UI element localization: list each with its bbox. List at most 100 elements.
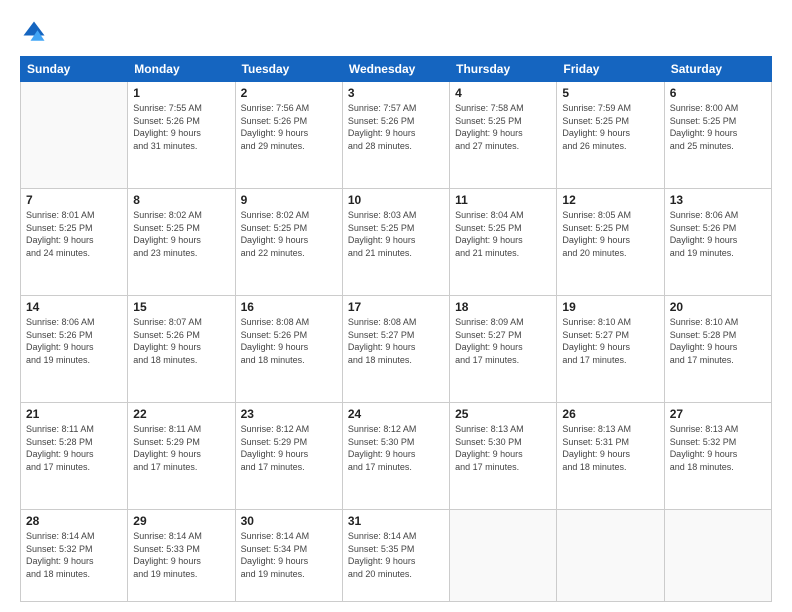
day-number: 24 [348, 407, 444, 421]
day-number: 1 [133, 86, 229, 100]
day-number: 28 [26, 514, 122, 528]
calendar-cell: 3Sunrise: 7:57 AM Sunset: 5:26 PM Daylig… [342, 82, 449, 189]
day-number: 17 [348, 300, 444, 314]
calendar-cell: 9Sunrise: 8:02 AM Sunset: 5:25 PM Daylig… [235, 189, 342, 296]
calendar-cell: 8Sunrise: 8:02 AM Sunset: 5:25 PM Daylig… [128, 189, 235, 296]
day-info: Sunrise: 8:00 AM Sunset: 5:25 PM Dayligh… [670, 102, 766, 152]
calendar-week-4: 28 Sunrise: 8:14 AM Sunset: 5:32 PM Dayli… [21, 510, 772, 602]
day-info: Sunrise: 8:06 AM Sunset: 5:26 PM Dayligh… [26, 316, 122, 366]
day-number: 18 [455, 300, 551, 314]
calendar-cell: 17 Sunrise: 8:08 AM Sunset: 5:27 PM Dayli… [342, 296, 449, 403]
day-number: 29 [133, 514, 229, 528]
calendar-cell: 13 Sunrise: 8:06 AM Sunset: 5:26 PM Dayli… [664, 189, 771, 296]
day-number: 19 [562, 300, 658, 314]
page: SundayMondayTuesdayWednesdayThursdayFrid… [0, 0, 792, 612]
calendar-cell: 21 Sunrise: 8:11 AM Sunset: 5:28 PM Dayli… [21, 403, 128, 510]
day-info: Sunrise: 8:10 AM Sunset: 5:27 PM Dayligh… [562, 316, 658, 366]
day-info: Sunrise: 8:14 AM Sunset: 5:34 PM Dayligh… [241, 530, 337, 580]
day-info: Sunrise: 8:13 AM Sunset: 5:31 PM Dayligh… [562, 423, 658, 473]
calendar-cell [21, 82, 128, 189]
calendar-header-sunday: Sunday [21, 57, 128, 82]
day-number: 11 [455, 193, 551, 207]
calendar-cell: 6 Sunrise: 8:00 AM Sunset: 5:25 PM Daylig… [664, 82, 771, 189]
day-number: 8 [133, 193, 229, 207]
calendar-cell: 31 Sunrise: 8:14 AM Sunset: 5:35 PM Dayli… [342, 510, 449, 602]
day-number: 15 [133, 300, 229, 314]
day-number: 4 [455, 86, 551, 100]
day-number: 31 [348, 514, 444, 528]
day-info: Sunrise: 8:14 AM Sunset: 5:32 PM Dayligh… [26, 530, 122, 580]
day-info: Sunrise: 8:08 AM Sunset: 5:26 PM Dayligh… [241, 316, 337, 366]
calendar-cell: 30 Sunrise: 8:14 AM Sunset: 5:34 PM Dayli… [235, 510, 342, 602]
day-number: 5 [562, 86, 658, 100]
calendar-cell: 25 Sunrise: 8:13 AM Sunset: 5:30 PM Dayli… [450, 403, 557, 510]
calendar-header-saturday: Saturday [664, 57, 771, 82]
day-info: Sunrise: 8:09 AM Sunset: 5:27 PM Dayligh… [455, 316, 551, 366]
header [20, 18, 772, 46]
day-number: 6 [670, 86, 766, 100]
calendar-cell: 14 Sunrise: 8:06 AM Sunset: 5:26 PM Dayli… [21, 296, 128, 403]
calendar-cell: 4 Sunrise: 7:58 AM Sunset: 5:25 PM Daylig… [450, 82, 557, 189]
day-number: 9 [241, 193, 337, 207]
calendar-cell: 10 Sunrise: 8:03 AM Sunset: 5:25 PM Dayli… [342, 189, 449, 296]
calendar-cell: 20Sunrise: 8:10 AM Sunset: 5:28 PM Dayli… [664, 296, 771, 403]
day-info: Sunrise: 7:56 AM Sunset: 5:26 PM Dayligh… [241, 102, 337, 152]
day-info: Sunrise: 8:11 AM Sunset: 5:28 PM Dayligh… [26, 423, 122, 473]
day-info: Sunrise: 8:12 AM Sunset: 5:30 PM Dayligh… [348, 423, 444, 473]
calendar-week-1: 7Sunrise: 8:01 AM Sunset: 5:25 PM Daylig… [21, 189, 772, 296]
day-info: Sunrise: 8:07 AM Sunset: 5:26 PM Dayligh… [133, 316, 229, 366]
day-number: 10 [348, 193, 444, 207]
calendar-cell: 18 Sunrise: 8:09 AM Sunset: 5:27 PM Dayli… [450, 296, 557, 403]
day-info: Sunrise: 7:58 AM Sunset: 5:25 PM Dayligh… [455, 102, 551, 152]
day-number: 30 [241, 514, 337, 528]
day-number: 14 [26, 300, 122, 314]
calendar-cell: 27Sunrise: 8:13 AM Sunset: 5:32 PM Dayli… [664, 403, 771, 510]
day-number: 13 [670, 193, 766, 207]
day-info: Sunrise: 8:06 AM Sunset: 5:26 PM Dayligh… [670, 209, 766, 259]
calendar-cell: 2 Sunrise: 7:56 AM Sunset: 5:26 PM Daylig… [235, 82, 342, 189]
calendar-cell: 12Sunrise: 8:05 AM Sunset: 5:25 PM Dayli… [557, 189, 664, 296]
day-number: 2 [241, 86, 337, 100]
day-number: 7 [26, 193, 122, 207]
day-number: 26 [562, 407, 658, 421]
calendar-week-0: 1 Sunrise: 7:55 AM Sunset: 5:26 PM Daylig… [21, 82, 772, 189]
calendar-week-2: 14 Sunrise: 8:06 AM Sunset: 5:26 PM Dayli… [21, 296, 772, 403]
day-info: Sunrise: 8:14 AM Sunset: 5:35 PM Dayligh… [348, 530, 444, 580]
calendar-table: SundayMondayTuesdayWednesdayThursdayFrid… [20, 56, 772, 602]
day-number: 27 [670, 407, 766, 421]
day-number: 25 [455, 407, 551, 421]
calendar-cell: 16 Sunrise: 8:08 AM Sunset: 5:26 PM Dayli… [235, 296, 342, 403]
day-info: Sunrise: 8:08 AM Sunset: 5:27 PM Dayligh… [348, 316, 444, 366]
calendar-header-wednesday: Wednesday [342, 57, 449, 82]
day-info: Sunrise: 7:57 AM Sunset: 5:26 PM Dayligh… [348, 102, 444, 152]
calendar-header-monday: Monday [128, 57, 235, 82]
day-info: Sunrise: 7:59 AM Sunset: 5:25 PM Dayligh… [562, 102, 658, 152]
logo [20, 18, 52, 46]
calendar-cell: 26 Sunrise: 8:13 AM Sunset: 5:31 PM Dayli… [557, 403, 664, 510]
calendar-cell: 24 Sunrise: 8:12 AM Sunset: 5:30 PM Dayli… [342, 403, 449, 510]
day-info: Sunrise: 8:12 AM Sunset: 5:29 PM Dayligh… [241, 423, 337, 473]
calendar-header-friday: Friday [557, 57, 664, 82]
calendar-header-row: SundayMondayTuesdayWednesdayThursdayFrid… [21, 57, 772, 82]
calendar-cell [450, 510, 557, 602]
day-info: Sunrise: 8:14 AM Sunset: 5:33 PM Dayligh… [133, 530, 229, 580]
day-info: Sunrise: 8:11 AM Sunset: 5:29 PM Dayligh… [133, 423, 229, 473]
calendar-week-3: 21 Sunrise: 8:11 AM Sunset: 5:28 PM Dayli… [21, 403, 772, 510]
calendar-cell: 19 Sunrise: 8:10 AM Sunset: 5:27 PM Dayli… [557, 296, 664, 403]
calendar-cell [664, 510, 771, 602]
day-info: Sunrise: 8:03 AM Sunset: 5:25 PM Dayligh… [348, 209, 444, 259]
calendar-cell: 22Sunrise: 8:11 AM Sunset: 5:29 PM Dayli… [128, 403, 235, 510]
calendar-header-tuesday: Tuesday [235, 57, 342, 82]
day-number: 21 [26, 407, 122, 421]
day-info: Sunrise: 7:55 AM Sunset: 5:26 PM Dayligh… [133, 102, 229, 152]
day-number: 20 [670, 300, 766, 314]
calendar-cell: 29 Sunrise: 8:14 AM Sunset: 5:33 PM Dayli… [128, 510, 235, 602]
day-number: 16 [241, 300, 337, 314]
day-info: Sunrise: 8:04 AM Sunset: 5:25 PM Dayligh… [455, 209, 551, 259]
calendar-cell: 15 Sunrise: 8:07 AM Sunset: 5:26 PM Dayli… [128, 296, 235, 403]
day-info: Sunrise: 8:13 AM Sunset: 5:30 PM Dayligh… [455, 423, 551, 473]
day-number: 23 [241, 407, 337, 421]
logo-icon [20, 18, 48, 46]
calendar-cell: 11 Sunrise: 8:04 AM Sunset: 5:25 PM Dayli… [450, 189, 557, 296]
calendar-cell [557, 510, 664, 602]
